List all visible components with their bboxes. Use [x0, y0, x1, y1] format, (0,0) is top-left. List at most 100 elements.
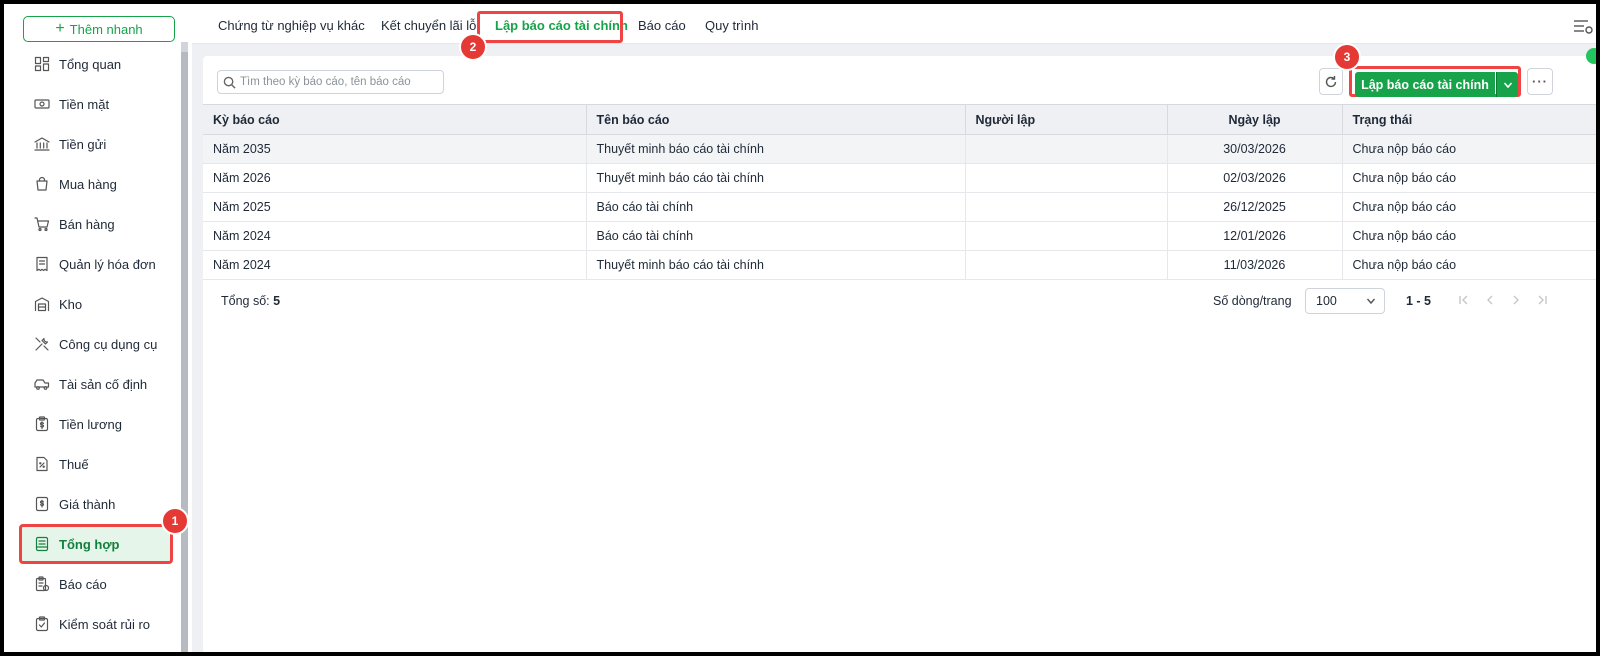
risk-icon [35, 616, 49, 632]
dashboard-icon [34, 56, 50, 72]
sidebar-item-warehouse[interactable]: Kho [4, 284, 182, 324]
sidebar-item-label: Tiền mặt [59, 96, 110, 112]
sidebar-item-shopping-bag[interactable]: Mua hàng [4, 164, 182, 204]
sidebar-item-cart[interactable]: Bán hàng [4, 204, 182, 244]
cell-status: Chưa nộp báo cáo [1342, 134, 1596, 164]
sidebar-item-report[interactable]: Báo cáo [4, 564, 182, 604]
cell-creator [965, 221, 1168, 251]
sidebar-item-label: Tiền gửi [59, 136, 107, 152]
col-header-period[interactable]: Kỳ báo cáo [203, 104, 587, 135]
cell-period: Năm 2026 [203, 163, 587, 193]
sidebar-item-label: Bán hàng [59, 216, 115, 232]
cell-period: Năm 2025 [203, 192, 587, 222]
cell-name: Báo cáo tài chính [586, 221, 966, 251]
rows-per-page-label: Số dòng/trang [1213, 294, 1292, 308]
primary-button-highlight: Lập báo cáo tài chính [1349, 66, 1521, 97]
table-row[interactable]: Năm 2024 Báo cáo tài chính 12/01/2026 Chưa … [203, 221, 1596, 251]
sidebar-item-label: Tiền lương [59, 416, 122, 432]
last-page-icon[interactable] [1534, 292, 1550, 308]
cell-date: 02/03/2026 [1167, 163, 1343, 193]
chevron-down-icon [1366, 298, 1376, 305]
step-badge-1: 1 [161, 507, 189, 535]
quick-add-button[interactable]: + Thêm nhanh [23, 16, 175, 42]
table-header-row: Kỳ báo cáo Tên báo cáo Người lập Ngày lậ… [203, 104, 1596, 135]
cell-creator [965, 163, 1168, 193]
col-header-status[interactable]: Trạng thái [1342, 104, 1596, 135]
cell-date: 26/12/2025 [1167, 192, 1343, 222]
plus-icon: + [55, 20, 65, 37]
sidebar-item-label: Công cụ dụng cụ [59, 336, 158, 352]
sidebar-item-invoice[interactable]: Quản lý hóa đơn [4, 244, 182, 284]
sidebar-item-tax[interactable]: Thuế [4, 444, 182, 484]
shopping-bag-icon [36, 176, 48, 191]
ledger-icon [35, 536, 49, 552]
sidebar-item-ledger[interactable]: Tổng hợp [19, 524, 173, 564]
rows-per-page-value: 100 [1316, 294, 1337, 308]
column-settings-icon[interactable] [1572, 16, 1594, 38]
cell-creator [965, 250, 1168, 280]
sidebar-item-label: Tài sản cố định [59, 376, 148, 392]
cell-period: Năm 2024 [203, 250, 587, 280]
cell-name: Thuyết minh báo cáo tài chính [586, 163, 966, 193]
cell-creator [965, 134, 1168, 164]
sidebar-item-label: Báo cáo [59, 576, 107, 592]
col-header-date[interactable]: Ngày lập [1167, 104, 1343, 135]
create-financial-report-button[interactable]: Lập báo cáo tài chính [1355, 72, 1495, 97]
cart-icon [34, 217, 50, 232]
cell-status: Chưa nộp báo cáo [1342, 221, 1596, 251]
sidebar-item-tools[interactable]: Công cụ dụng cụ [4, 324, 182, 364]
chevron-down-icon [1503, 81, 1512, 88]
tab-bao-cao[interactable]: Báo cáo [638, 4, 686, 44]
sidebar-item-dashboard[interactable]: Tổng quan [4, 44, 182, 84]
tab-quy-trinh[interactable]: Quy trình [705, 4, 758, 44]
module-tabs: Chứng từ nghiệp vụ khác Kết chuyển lãi l… [192, 4, 1596, 44]
salary-icon [35, 416, 49, 432]
table-row[interactable]: Năm 2026 Thuyết minh báo cáo tài chính 02/… [203, 163, 1596, 193]
cost-icon [35, 496, 49, 512]
table-row[interactable]: Năm 2024 Thuyết minh báo cáo tài chính 11/… [203, 250, 1596, 280]
col-header-name[interactable]: Tên báo cáo [586, 104, 966, 135]
step-badge-2: 2 [459, 33, 487, 61]
total-label: Tổng số: [221, 294, 270, 308]
table-row[interactable]: Năm 2025 Báo cáo tài chính 26/12/2025 Chưa … [203, 192, 1596, 222]
sidebar-item-salary[interactable]: Tiền lương [4, 404, 182, 444]
refresh-icon [1325, 75, 1337, 87]
sidebar-nav: Tổng quan Tiền mặt Tiền gửi Mua hàng Bán hàn… [4, 44, 182, 644]
prev-page-icon[interactable] [1482, 292, 1498, 308]
tab-highlight-box [477, 11, 623, 43]
quick-add-label: Thêm nhanh [69, 21, 143, 37]
sidebar: + Thêm nhanh Tổng quan Tiền mặt Tiền gửi Mu… [4, 4, 192, 652]
sidebar-item-risk[interactable]: Kiểm soát rủi ro [4, 604, 182, 644]
sidebar-item-vehicle[interactable]: Tài sản cố định [4, 364, 182, 404]
first-page-icon[interactable] [1456, 292, 1472, 308]
cell-status: Chưa nộp báo cáo [1342, 192, 1596, 222]
create-report-dropdown-button[interactable] [1496, 72, 1518, 97]
vehicle-icon [34, 379, 50, 390]
sidebar-item-cost[interactable]: Giá thành [4, 484, 182, 524]
tools-icon [35, 337, 49, 351]
table-row[interactable]: Năm 2035 Thuyết minh báo cáo tài chính 30/… [203, 134, 1596, 164]
cell-date: 12/01/2026 [1167, 221, 1343, 251]
invoice-icon [36, 256, 48, 272]
search-input[interactable] [240, 76, 440, 88]
tax-icon [36, 456, 48, 472]
sidebar-item-cash[interactable]: Tiền mặt [4, 84, 182, 124]
warehouse-icon [34, 297, 50, 312]
more-options-button[interactable]: ··· [1527, 68, 1553, 95]
sidebar-item-bank[interactable]: Tiền gửi [4, 124, 182, 164]
cell-name: Báo cáo tài chính [586, 192, 966, 222]
rows-per-page-select[interactable]: 100 [1305, 288, 1385, 314]
cell-date: 30/03/2026 [1167, 134, 1343, 164]
search-icon [223, 76, 236, 89]
col-header-creator[interactable]: Người lập [965, 104, 1168, 135]
cell-period: Năm 2024 [203, 221, 587, 251]
sidebar-scrollbar[interactable] [181, 42, 188, 652]
cell-date: 11/03/2026 [1167, 250, 1343, 280]
tab-chung-tu-nghiep-vu-khac[interactable]: Chứng từ nghiệp vụ khác [218, 4, 365, 44]
refresh-button[interactable] [1319, 68, 1343, 95]
search-box[interactable] [217, 70, 444, 94]
next-page-icon[interactable] [1508, 292, 1524, 308]
cell-period: Năm 2035 [203, 134, 587, 164]
status-indicator-icon [1586, 48, 1596, 64]
cell-name: Thuyết minh báo cáo tài chính [586, 134, 966, 164]
